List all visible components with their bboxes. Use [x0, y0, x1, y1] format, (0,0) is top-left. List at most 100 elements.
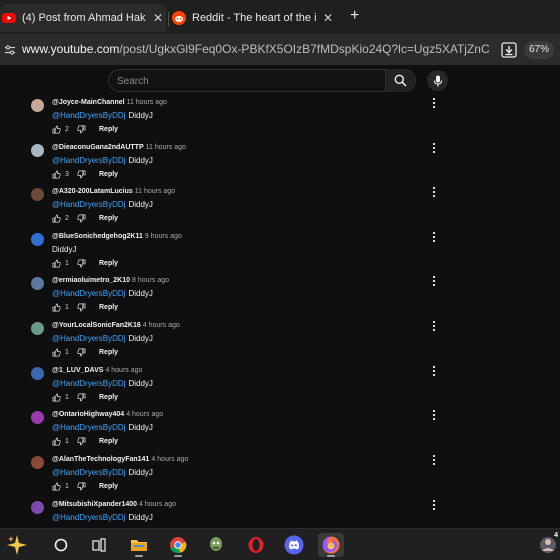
like-icon[interactable] — [52, 125, 61, 134]
firefox-button[interactable] — [318, 533, 344, 557]
reply-button[interactable]: Reply — [99, 215, 118, 222]
chrome-button[interactable] — [165, 533, 191, 557]
comment-author[interactable]: @AlanTheTechnologyFan141 — [52, 456, 149, 463]
tab-youtube-post[interactable]: (4) Post from Ahmad Hakim - Yo ✕ — [0, 4, 166, 32]
copilot-button[interactable] — [4, 533, 30, 557]
comment-time[interactable]: 11 hours ago — [146, 144, 186, 151]
like-icon[interactable] — [52, 303, 61, 312]
notification-center-button[interactable]: 4 — [536, 531, 560, 559]
voice-search-button[interactable] — [427, 70, 448, 91]
site-settings-icon[interactable] — [4, 44, 16, 56]
search-input[interactable] — [117, 73, 377, 89]
dislike-icon[interactable] — [77, 482, 86, 491]
more-options-icon[interactable] — [430, 454, 438, 466]
url-field[interactable]: www.youtube.com/post/UgkxGl9Feq0Ox-PBKfX… — [22, 42, 490, 56]
comment-author[interactable]: @OntarioHighway404 — [52, 411, 124, 418]
tab-reddit[interactable]: Reddit - The heart of the internet ✕ — [170, 4, 340, 32]
more-options-icon[interactable] — [430, 499, 438, 511]
dislike-icon[interactable] — [77, 214, 86, 223]
comment-time[interactable]: 9 hours ago — [145, 233, 182, 240]
new-tab-button[interactable]: + — [350, 8, 359, 24]
dislike-icon[interactable] — [77, 348, 86, 357]
comment-author[interactable]: @A320-200LatamLucius — [52, 188, 133, 195]
comment-text: @HandDryersByDDj DiddyJ — [52, 111, 153, 120]
discord-button[interactable] — [281, 533, 307, 557]
reply-button[interactable]: Reply — [99, 260, 118, 267]
mention-link[interactable]: @HandDryersByDDj — [52, 379, 125, 388]
comment-time[interactable]: 4 hours ago — [151, 456, 188, 463]
file-explorer-button[interactable] — [126, 533, 152, 557]
comment-time[interactable]: 11 hours ago — [135, 188, 175, 195]
comment-author[interactable]: @BlueSonichedgehog2K11 — [52, 233, 143, 240]
close-tab-icon[interactable]: ✕ — [322, 11, 334, 25]
close-tab-icon[interactable]: ✕ — [152, 11, 164, 25]
dislike-icon[interactable] — [77, 303, 86, 312]
dislike-icon[interactable] — [77, 125, 86, 134]
like-icon[interactable] — [52, 437, 61, 446]
comment-time[interactable]: 4 hours ago — [143, 322, 180, 329]
like-icon[interactable] — [52, 259, 61, 268]
more-options-icon[interactable] — [430, 320, 438, 332]
comment-time[interactable]: 8 hours ago — [132, 277, 169, 284]
like-icon[interactable] — [52, 482, 61, 491]
comment-time[interactable]: 4 hours ago — [139, 501, 176, 508]
reply-button[interactable]: Reply — [99, 126, 118, 133]
mention-link[interactable]: @HandDryersByDDj — [52, 513, 125, 522]
comment-time[interactable]: 4 hours ago — [105, 367, 142, 374]
like-icon[interactable] — [52, 170, 61, 179]
avatar[interactable] — [31, 367, 44, 380]
more-options-icon[interactable] — [430, 275, 438, 287]
comment-author[interactable]: @YourLocalSonicFan2K16 — [52, 322, 141, 329]
opera-button[interactable] — [243, 533, 269, 557]
reply-button[interactable]: Reply — [99, 438, 118, 445]
reply-button[interactable]: Reply — [99, 349, 118, 356]
more-options-icon[interactable] — [430, 186, 438, 198]
dislike-icon[interactable] — [77, 259, 86, 268]
downloads-icon[interactable] — [500, 41, 518, 59]
start-button[interactable] — [48, 533, 74, 557]
reply-button[interactable]: Reply — [99, 394, 118, 401]
task-view-button[interactable] — [86, 533, 112, 557]
dislike-icon[interactable] — [77, 170, 86, 179]
comment-body: DiddyJ — [128, 156, 153, 165]
mention-link[interactable]: @HandDryersByDDj — [52, 200, 125, 209]
like-icon[interactable] — [52, 214, 61, 223]
avatar[interactable] — [31, 277, 44, 290]
more-options-icon[interactable] — [430, 409, 438, 421]
mention-link[interactable]: @HandDryersByDDj — [52, 468, 125, 477]
more-options-icon[interactable] — [430, 231, 438, 243]
comment-author[interactable]: @ermiaoluimetro_2K10 — [52, 277, 130, 284]
mention-link[interactable]: @HandDryersByDDj — [52, 423, 125, 432]
more-options-icon[interactable] — [430, 365, 438, 377]
avatar[interactable] — [31, 501, 44, 514]
dislike-icon[interactable] — [77, 393, 86, 402]
search-button[interactable] — [385, 69, 415, 92]
mention-link[interactable]: @HandDryersByDDj — [52, 289, 125, 298]
comment-time[interactable]: 4 hours ago — [126, 411, 163, 418]
dislike-icon[interactable] — [77, 437, 86, 446]
comment-author[interactable]: @Joyce-MainChannel — [52, 99, 125, 106]
avatar[interactable] — [31, 322, 44, 335]
more-options-icon[interactable] — [430, 97, 438, 109]
zoom-level-badge[interactable]: 67% — [524, 41, 554, 59]
mention-link[interactable]: @HandDryersByDDj — [52, 334, 125, 343]
like-icon[interactable] — [52, 348, 61, 357]
comment-author[interactable]: @1_LUV_DAVS — [52, 367, 103, 374]
like-icon[interactable] — [52, 393, 61, 402]
more-options-icon[interactable] — [430, 142, 438, 154]
comment-time[interactable]: 11 hours ago — [127, 99, 167, 106]
avatar[interactable] — [31, 456, 44, 469]
avatar[interactable] — [31, 188, 44, 201]
comment-author[interactable]: @DieaconuGana2ndAUTTP — [52, 144, 144, 151]
avatar[interactable] — [31, 99, 44, 112]
comment-author[interactable]: @MitsubishiXpander1400 — [52, 501, 137, 508]
mention-link[interactable]: @HandDryersByDDj — [52, 156, 125, 165]
avatar[interactable] — [31, 144, 44, 157]
reply-button[interactable]: Reply — [99, 483, 118, 490]
game-button[interactable] — [203, 533, 229, 557]
reply-button[interactable]: Reply — [99, 171, 118, 178]
mention-link[interactable]: @HandDryersByDDj — [52, 111, 125, 120]
avatar[interactable] — [31, 233, 44, 246]
avatar[interactable] — [31, 411, 44, 424]
reply-button[interactable]: Reply — [99, 304, 118, 311]
